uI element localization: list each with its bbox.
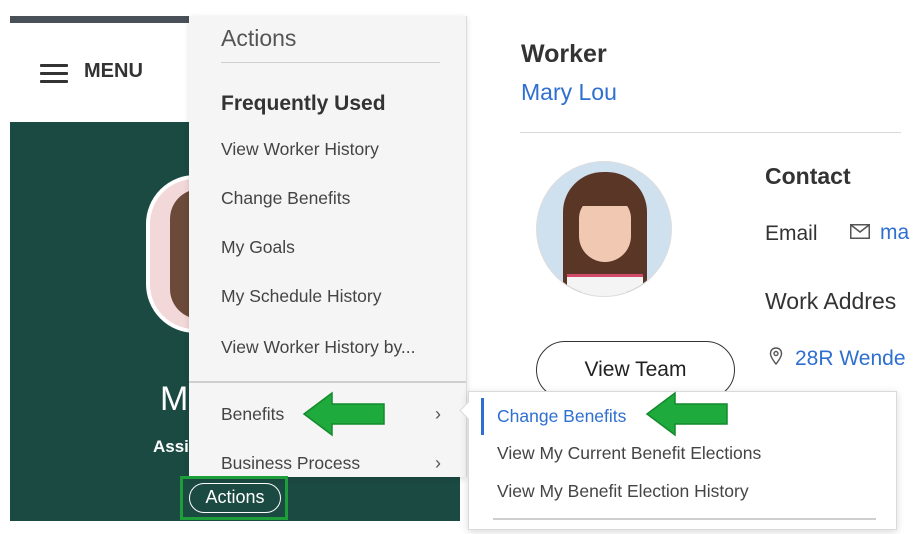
divider (221, 62, 440, 63)
frequently-used-heading: Frequently Used (221, 92, 386, 115)
menu-label[interactable]: MENU (84, 60, 143, 83)
page-title: Worker (521, 40, 607, 68)
chevron-right-icon: › (435, 453, 441, 473)
top-accent-bar (10, 16, 190, 23)
menu-item-benefits[interactable]: Benefits (221, 404, 284, 425)
avatar (536, 161, 672, 297)
divider (189, 381, 466, 383)
active-indicator (481, 398, 484, 435)
menu-item-change-benefits[interactable]: Change Benefits (221, 188, 350, 209)
actions-menu-title: Actions (221, 25, 297, 51)
green-arrow-icon (302, 391, 385, 437)
chevron-right-icon: › (435, 404, 441, 424)
green-arrow-icon (645, 391, 728, 437)
work-address-link[interactable]: 28R Wende (795, 347, 906, 371)
contact-heading: Contact (765, 163, 851, 189)
menu-item-view-worker-history[interactable]: View Worker History (221, 139, 379, 160)
menu-item-business-process[interactable]: Business Process (221, 453, 360, 474)
actions-button[interactable]: Actions (189, 483, 281, 513)
hamburger-icon[interactable] (40, 64, 68, 84)
submenu-item-view-current-elections[interactable]: View My Current Benefit Elections (497, 443, 761, 464)
submenu-item-change-benefits[interactable]: Change Benefits (497, 406, 626, 427)
worker-title-partial: Assi (153, 437, 189, 456)
email-label: Email (765, 222, 818, 245)
submenu-item-view-election-history[interactable]: View My Benefit Election History (497, 481, 749, 502)
map-pin-icon (769, 347, 783, 365)
divider (493, 518, 876, 520)
envelope-icon (850, 224, 870, 239)
worker-name-partial: M (160, 380, 189, 418)
divider (520, 132, 901, 133)
menu-item-view-worker-history-by[interactable]: View Worker History by... (221, 337, 416, 358)
email-link[interactable]: ma (880, 221, 909, 245)
menu-item-my-goals[interactable]: My Goals (221, 237, 295, 258)
work-address-label: Work Addres (765, 288, 897, 314)
menu-item-my-schedule-history[interactable]: My Schedule History (221, 286, 381, 307)
worker-name-link[interactable]: Mary Lou (521, 79, 617, 106)
